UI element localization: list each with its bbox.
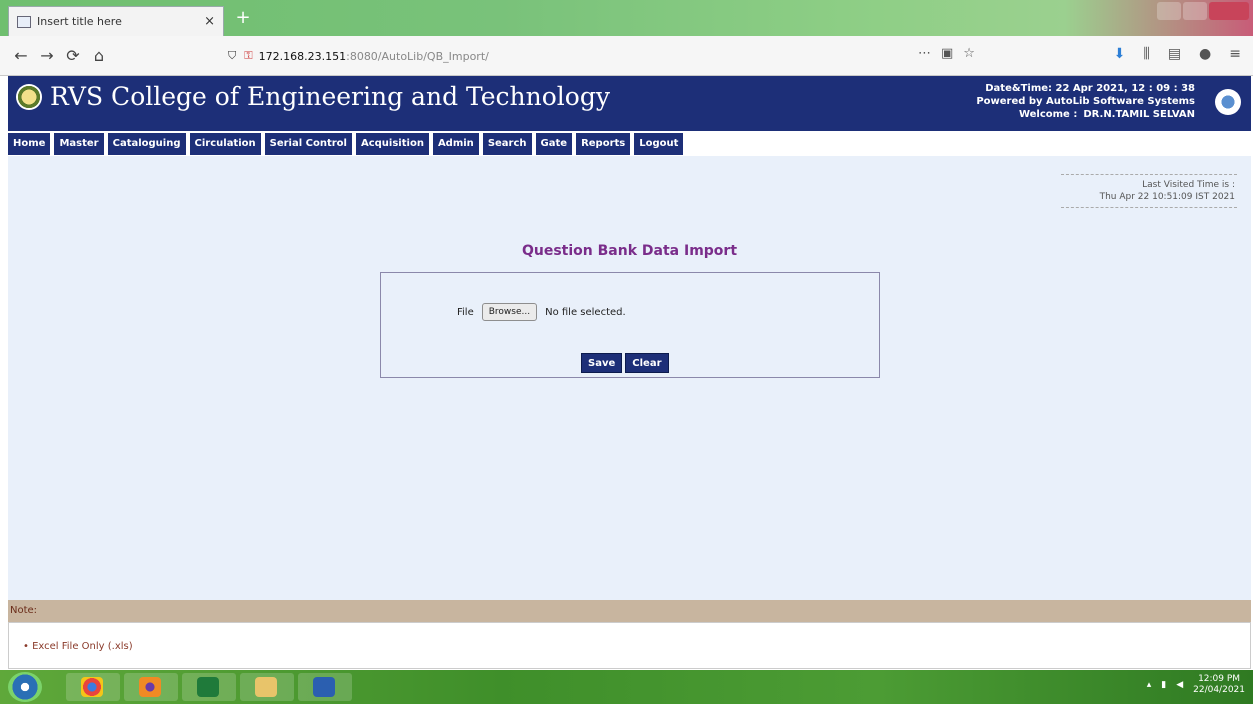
app-header: RVS College of Engineering and Technolog…: [8, 76, 1251, 131]
powered-by: Powered by AutoLib Software Systems: [976, 96, 1195, 107]
bookmark-star-icon[interactable]: ☆: [963, 46, 975, 61]
window-controls: [1157, 2, 1249, 20]
menu-reports[interactable]: Reports: [576, 133, 631, 155]
lock-icon: ⚿: [244, 49, 253, 62]
file-status: No file selected.: [545, 306, 626, 318]
reload-icon[interactable]: ⟳: [60, 46, 86, 65]
note-item: • Excel File Only (.xls): [23, 641, 133, 652]
welcome-line: Welcome : DR.N.TAMIL SELVAN: [976, 108, 1195, 121]
college-logo: [16, 84, 42, 110]
library-icon[interactable]: ⫼: [1143, 46, 1149, 62]
url-host: 172.168.23.151: [258, 49, 347, 63]
header-datetime: Date&Time: 22 Apr 2021, 12 : 09 : 38: [985, 83, 1195, 94]
browser-tab[interactable]: Insert title here ×: [8, 6, 224, 36]
main-content: Last Visited Time is : Thu Apr 22 10:51:…: [8, 156, 1251, 600]
word-icon: [313, 677, 335, 697]
url-path: :8080/AutoLib/QB_Import/: [346, 49, 489, 63]
taskbar-explorer[interactable]: [240, 673, 294, 701]
forward-icon[interactable]: →: [34, 46, 60, 65]
windows-taskbar: ▴ ▮ ◀ 12:09 PM 22/04/2021: [0, 670, 1253, 704]
menu-master[interactable]: Master: [54, 133, 104, 155]
page-icon: [17, 15, 31, 28]
taskbar-excel[interactable]: [182, 673, 236, 701]
browser-navbar: ← → ⟳ ⌂ ⛉ ⚿ 172.168.23.151 :8080/AutoLib…: [0, 36, 1253, 76]
clock-date: 22/04/2021: [1193, 685, 1245, 695]
menu-logout[interactable]: Logout: [634, 133, 684, 155]
taskbar-firefox[interactable]: [124, 673, 178, 701]
close-icon[interactable]: ×: [204, 14, 215, 29]
last-visited-label: Last Visited Time is :: [1142, 180, 1235, 190]
sidebar-icon[interactable]: ▤: [1168, 46, 1181, 62]
menu-circulation[interactable]: Circulation: [189, 133, 261, 155]
show-hidden-icon[interactable]: ▴: [1147, 680, 1152, 690]
url-actions: ⋯ ▣ ☆: [918, 46, 975, 61]
window-close-button[interactable]: [1209, 2, 1249, 20]
note-item-text: Excel File Only (.xls): [32, 641, 133, 652]
menu-gate[interactable]: Gate: [535, 133, 573, 155]
menu-serial-control[interactable]: Serial Control: [264, 133, 352, 155]
note-heading: Note:: [8, 600, 1251, 622]
volume-icon[interactable]: ◀: [1176, 680, 1183, 690]
menu-acquisition[interactable]: Acquisition: [355, 133, 429, 155]
excel-icon: [197, 677, 219, 697]
menu-cataloguing[interactable]: Cataloguing: [107, 133, 186, 155]
firefox-icon: [139, 677, 161, 697]
browse-button[interactable]: Browse...: [481, 303, 538, 321]
tab-title: Insert title here: [37, 15, 122, 28]
last-visited-value: Thu Apr 22 10:51:09 IST 2021: [1099, 192, 1235, 202]
network-icon[interactable]: ▮: [1161, 680, 1166, 690]
file-label: File: [457, 306, 474, 318]
shield-icon: ⛉: [228, 49, 237, 62]
clock[interactable]: 12:09 PM 22/04/2021: [1193, 674, 1245, 696]
minimize-button[interactable]: [1157, 2, 1181, 20]
menu-search[interactable]: Search: [482, 133, 532, 155]
taskbar-chrome[interactable]: [66, 673, 120, 701]
import-form: File Browse... No file selected. Save Cl…: [380, 272, 880, 378]
page-actions-icon[interactable]: ⋯: [918, 46, 931, 61]
main-menu: Home Master Cataloguing Circulation Seri…: [8, 133, 684, 155]
maximize-button[interactable]: [1183, 2, 1207, 20]
new-tab-button[interactable]: +: [234, 9, 252, 28]
system-tray: ▴ ▮ ◀ 12:09 PM 22/04/2021: [1147, 674, 1245, 696]
browser-tabstrip: Insert title here × +: [0, 0, 1253, 36]
taskbar-word[interactable]: [298, 673, 352, 701]
download-icon[interactable]: ⬇: [1114, 46, 1126, 62]
start-button[interactable]: [8, 672, 42, 702]
welcome-label: Welcome :: [1018, 109, 1078, 120]
folder-icon: [255, 677, 277, 697]
file-row: File Browse... No file selected.: [457, 303, 626, 321]
clock-time: 12:09 PM: [1198, 674, 1241, 684]
pocket-icon[interactable]: ▣: [941, 46, 953, 61]
note-panel: • Excel File Only (.xls): [8, 622, 1251, 669]
back-icon[interactable]: ←: [8, 46, 34, 65]
autolib-logo: [1215, 89, 1241, 115]
page-title: Question Bank Data Import: [521, 243, 738, 259]
menu-admin[interactable]: Admin: [432, 133, 479, 155]
header-info: Date&Time: 22 Apr 2021, 12 : 09 : 38 Pow…: [976, 82, 1195, 121]
hamburger-menu-icon[interactable]: ≡: [1229, 46, 1241, 62]
save-button[interactable]: Save: [581, 353, 623, 373]
toolbar-icons: ⬇ ⫼ ▤ ● ≡: [1114, 46, 1241, 62]
url-bar[interactable]: ⛉ ⚿ 172.168.23.151 :8080/AutoLib/QB_Impo…: [228, 44, 948, 68]
form-actions: Save Clear: [581, 353, 669, 373]
chrome-icon: [81, 677, 103, 697]
site-title: RVS College of Engineering and Technolog…: [50, 82, 610, 111]
last-visited: Last Visited Time is : Thu Apr 22 10:51:…: [1061, 174, 1237, 208]
account-icon[interactable]: ●: [1199, 46, 1211, 62]
welcome-user: DR.N.TAMIL SELVAN: [1083, 109, 1195, 120]
clear-button[interactable]: Clear: [625, 353, 669, 373]
home-icon[interactable]: ⌂: [86, 46, 112, 65]
menu-home[interactable]: Home: [8, 133, 51, 155]
